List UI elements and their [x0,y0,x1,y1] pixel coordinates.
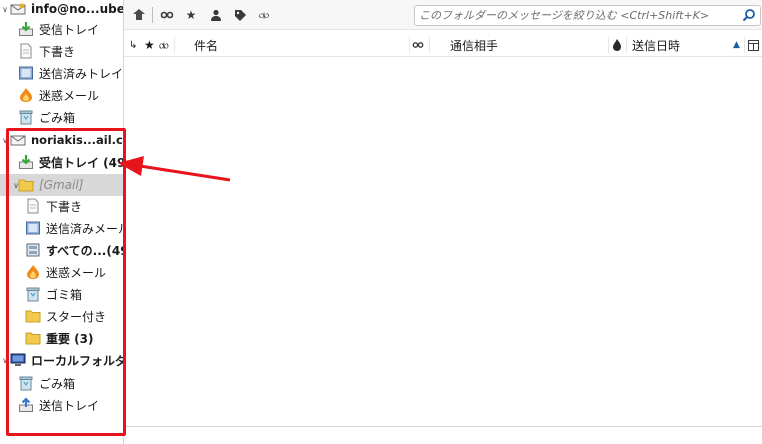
folder-junk[interactable]: 迷惑メール [0,84,123,106]
column-picker-icon[interactable] [748,33,759,57]
star-column-icon[interactable]: ★ [144,33,155,57]
folder-label: ごみ箱 [39,110,76,125]
drafts-icon [20,43,32,59]
column-separator [409,37,410,53]
folder-sent[interactable]: 送信済みトレイ [0,62,124,84]
folder-label: 迷惑メール [39,88,100,103]
collapse-icon[interactable]: ∨ [1,0,9,20]
thread-column-icon[interactable]: ↳ [129,33,137,57]
thread-column-header: ↳ ★ ⧞ 件名 通信相手 送信日時 ▲ [124,33,762,57]
quick-filter-box[interactable] [414,5,761,26]
pane-divider [124,426,762,427]
annotation-highlight-box [6,128,126,436]
account-info[interactable]: ∨ info@no...ube.jp [0,0,123,20]
inbox-icon [19,22,33,36]
get-messages-icon[interactable] [131,7,147,23]
quick-filter-input[interactable] [419,7,739,24]
junk-column-icon[interactable] [612,33,622,57]
message-list[interactable] [124,57,762,426]
attachment-icon[interactable]: ⧞ [256,7,272,23]
trash-icon [19,110,33,125]
folder-label: 送信済みトレイ [39,66,124,81]
folder-inbox[interactable]: 受信トレイ [0,18,123,40]
star-icon[interactable]: ★ [183,7,199,23]
column-separator [429,37,430,53]
search-icon[interactable] [742,8,756,22]
folder-drafts[interactable]: 下書き [0,40,123,62]
date-column-header[interactable]: 送信日時 [632,33,680,57]
folder-label: 受信トレイ [39,22,100,37]
contact-icon[interactable] [208,7,224,23]
account-name: info@no...ube.jp [31,2,123,16]
column-separator [744,37,745,53]
column-separator [608,37,609,53]
toolbar-separator [152,7,153,23]
thread-icon[interactable] [159,7,175,23]
message-list-toolbar: ★ ⧞ [124,0,762,30]
account-mail-icon [10,3,26,15]
correspondent-column-icon[interactable] [412,33,424,57]
column-separator [626,37,627,53]
attachment-column-icon[interactable]: ⧞ [159,33,169,57]
sent-icon [19,66,33,80]
column-separator [174,37,175,53]
folder-label: 下書き [39,44,76,59]
correspondent-column-header[interactable]: 通信相手 [450,33,498,57]
subject-column-header[interactable]: 件名 [194,33,218,57]
sort-ascending-icon[interactable]: ▲ [733,33,740,57]
junk-icon [20,88,32,102]
tag-icon[interactable] [232,7,248,23]
folder-trash[interactable]: ごみ箱 [0,106,123,128]
